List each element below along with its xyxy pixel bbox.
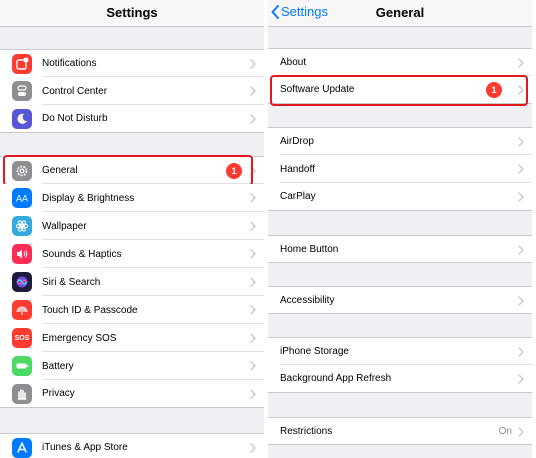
siri-icon — [12, 272, 32, 292]
sos-icon: SOS — [12, 328, 32, 348]
row-label: Sounds & Haptics — [42, 248, 122, 260]
row-label: Wallpaper — [42, 220, 87, 232]
chevron-right-icon — [250, 333, 256, 343]
chevron-right-icon — [250, 193, 256, 203]
settings-row-airdrop[interactable]: AirDrop — [268, 127, 532, 155]
settings-row-do-not-disturb[interactable]: Do Not Disturb — [0, 105, 264, 133]
row-label: Restrictions — [280, 425, 333, 437]
chevron-right-icon — [250, 59, 256, 69]
hand-icon — [12, 384, 32, 404]
row-label: General — [42, 165, 78, 176]
chevron-right-icon — [250, 249, 256, 259]
chevron-right-icon — [518, 296, 524, 306]
settings-row-notifications[interactable]: Notifications — [0, 49, 264, 77]
row-label: Handoff — [280, 163, 315, 175]
speaker-icon — [12, 244, 32, 264]
page-title: Settings — [106, 5, 158, 20]
settings-navbar: Settings — [0, 0, 264, 27]
settings-row-siri-search[interactable]: Siri & Search — [0, 268, 264, 296]
row-label: Control Center — [42, 85, 108, 97]
settings-row-privacy[interactable]: Privacy — [0, 380, 264, 408]
settings-row-accessibility[interactable]: Accessibility — [268, 286, 532, 314]
control-center-icon — [12, 81, 32, 101]
settings-row-battery[interactable]: Battery — [0, 352, 264, 380]
settings-row-wallpaper[interactable]: Wallpaper — [0, 212, 264, 240]
row-label: iPhone Storage — [280, 346, 349, 357]
chevron-right-icon — [518, 137, 524, 147]
chevron-right-icon — [250, 86, 256, 96]
chevron-right-icon — [250, 221, 256, 231]
settings-row-general[interactable]: General 1 — [0, 156, 264, 184]
settings-row-handoff[interactable]: Handoff — [268, 155, 532, 183]
chevron-right-icon — [250, 277, 256, 287]
settings-row-restrictions[interactable]: Restrictions On — [268, 417, 532, 445]
chevron-right-icon — [250, 443, 256, 453]
chevron-right-icon — [250, 361, 256, 371]
settings-row-emergency-sos[interactable]: SOS Emergency SOS — [0, 324, 264, 352]
battery-icon — [12, 356, 32, 376]
row-label: About — [280, 57, 307, 68]
row-label: Privacy — [42, 388, 75, 399]
svg-text:AA: AA — [16, 194, 28, 204]
row-label: CarPlay — [280, 191, 316, 202]
chevron-right-icon — [518, 192, 524, 202]
row-label: Home Button — [280, 243, 339, 255]
settings-row-carplay[interactable]: CarPlay — [268, 183, 532, 211]
row-label: AirDrop — [280, 136, 314, 147]
settings-row-home-button[interactable]: Home Button — [268, 235, 532, 263]
page-title: General — [375, 5, 425, 20]
row-label: iTunes & App Store — [42, 441, 128, 453]
chevron-right-icon — [250, 389, 256, 399]
fingerprint-icon — [12, 300, 32, 320]
row-label: Siri & Search — [42, 276, 101, 288]
settings-row-itunes-app-store[interactable]: iTunes & App Store — [0, 433, 264, 458]
settings-row-touch-id-passcode[interactable]: Touch ID & Passcode — [0, 296, 264, 324]
row-label: Display & Brightness — [42, 192, 135, 204]
app-store-icon — [12, 438, 32, 458]
row-label: Background App Refresh — [280, 373, 392, 384]
general-panel: Settings General About Software Update 1 Ai… — [268, 0, 532, 458]
chevron-right-icon — [518, 58, 524, 68]
display-brightness-icon: AA — [12, 188, 32, 208]
settings-row-sounds-haptics[interactable]: Sounds & Haptics — [0, 240, 264, 268]
row-label: Battery — [42, 360, 74, 372]
wallpaper-icon — [12, 216, 32, 236]
settings-row-display-brightness[interactable]: AA Display & Brightness — [0, 184, 264, 212]
row-label: Emergency SOS — [42, 332, 117, 344]
notification-badge: 1 — [226, 163, 242, 179]
settings-row-control-center[interactable]: Control Center — [0, 77, 264, 105]
moon-icon — [12, 109, 32, 129]
notifications-icon — [12, 54, 32, 74]
general-navbar: Settings General — [268, 0, 532, 27]
chevron-right-icon — [250, 166, 256, 176]
row-value: On — [498, 425, 512, 437]
row-label: Touch ID & Passcode — [42, 304, 138, 316]
settings-panel: Settings Notifications Control Center Do N… — [0, 0, 264, 458]
settings-row-software-update[interactable]: Software Update 1 — [268, 76, 532, 104]
settings-row-about[interactable]: About — [268, 48, 532, 76]
row-label: Accessibility — [280, 294, 335, 306]
chevron-right-icon — [518, 347, 524, 357]
chevron-right-icon — [250, 305, 256, 315]
row-label: Notifications — [42, 58, 97, 69]
chevron-right-icon — [518, 85, 524, 95]
settings-row-background-app-refresh[interactable]: Background App Refresh — [268, 365, 532, 393]
chevron-right-icon — [250, 114, 256, 124]
chevron-right-icon — [518, 427, 524, 437]
notification-badge: 1 — [486, 82, 502, 98]
row-label: Software Update — [280, 84, 355, 95]
row-label: Do Not Disturb — [42, 113, 108, 124]
chevron-right-icon — [518, 245, 524, 255]
gear-icon — [12, 161, 32, 181]
chevron-right-icon — [518, 374, 524, 384]
settings-row-iphone-storage[interactable]: iPhone Storage — [268, 337, 532, 365]
icon-text: SOS — [14, 334, 30, 342]
chevron-right-icon — [518, 164, 524, 174]
